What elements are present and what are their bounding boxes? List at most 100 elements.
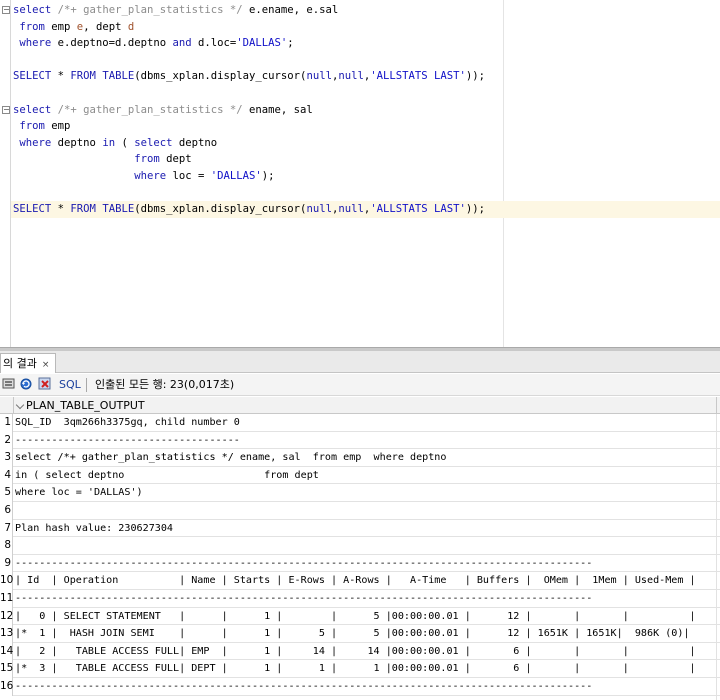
- result-grid[interactable]: PLAN_TABLE_OUTPUT 1 SQL_ID 3qm266h3375gq,…: [0, 397, 720, 700]
- cancel-icon[interactable]: [38, 377, 52, 391]
- plan-output-cell[interactable]: [15, 502, 720, 520]
- table-row[interactable]: 4 in ( select deptno from dept: [0, 466, 720, 485]
- table-row[interactable]: 2 -------------------------------------: [0, 431, 720, 450]
- row-number[interactable]: 11: [0, 590, 13, 608]
- row-number[interactable]: 8: [0, 537, 13, 555]
- sql-link[interactable]: SQL: [59, 374, 81, 396]
- query-result-panel: 의 결과 × SQL 인출된 모든 행: 23(0,017초) PLAN_TABL…: [0, 351, 720, 700]
- plan-output-cell[interactable]: [15, 537, 720, 555]
- sql-keyword: where: [19, 37, 52, 50]
- plan-output-cell[interactable]: |* 1 | HASH JOIN SEMI | | 1 | 5 | 5 |00:…: [15, 625, 720, 643]
- code-line[interactable]: where deptno in ( select deptno: [13, 135, 217, 152]
- table-row[interactable]: 5 where loc = 'DALLAS'): [0, 484, 720, 502]
- table-row[interactable]: 6: [0, 502, 720, 520]
- table-row[interactable]: 10 | Id | Operation | Name | Starts | E-R…: [0, 572, 720, 590]
- pin-icon[interactable]: [2, 377, 16, 391]
- plan-output-cell[interactable]: | 2 | TABLE ACCESS FULL| EMP | 1 | 14 | …: [15, 643, 720, 661]
- sql-keyword: where: [134, 170, 167, 182]
- code-line[interactable]: where e.deptno=d.deptno and d.loc='DALLA…: [13, 35, 294, 52]
- plan-output-cell[interactable]: -------------------------------------: [15, 432, 720, 450]
- tab-query-result[interactable]: 의 결과 ×: [0, 353, 57, 373]
- code-line[interactable]: from dept: [13, 151, 192, 168]
- row-number[interactable]: 12: [0, 607, 13, 626]
- sql-keyword: in: [102, 136, 116, 149]
- row-number[interactable]: 16: [0, 678, 13, 696]
- table-row[interactable]: 16 --------------------------------------…: [0, 678, 720, 696]
- plan-output-cell[interactable]: select /*+ gather_plan_statistics */ ena…: [15, 449, 720, 467]
- row-number[interactable]: 10: [0, 572, 13, 590]
- row-number[interactable]: 9: [0, 554, 13, 573]
- plan-output-cell[interactable]: | 0 | SELECT STATEMENT | | 1 | | 5 |00:0…: [15, 608, 720, 626]
- sql-token: ename, sal: [242, 103, 313, 116]
- sql-token: dept: [159, 153, 192, 166]
- code-line[interactable]: where loc = 'DALLAS');: [13, 168, 275, 185]
- plan-output-cell[interactable]: where loc = 'DALLAS'): [15, 484, 720, 502]
- table-row[interactable]: 12 | 0 | SELECT STATEMENT | | 1 | | 5 |00…: [0, 607, 720, 626]
- sql-keyword: from: [19, 120, 45, 133]
- plan-output-cell[interactable]: in ( select deptno from dept: [15, 467, 720, 485]
- table-row[interactable]: 7 Plan hash value: 230627304: [0, 519, 720, 538]
- column-header-plan-table-output[interactable]: PLAN_TABLE_OUTPUT: [13, 397, 717, 414]
- plan-output-cell[interactable]: SQL_ID 3qm266h3375gq, child number 0: [15, 414, 720, 432]
- row-number[interactable]: 15: [0, 660, 13, 678]
- row-number[interactable]: 5: [0, 484, 13, 502]
- plan-output-cell[interactable]: ----------------------------------------…: [15, 590, 720, 608]
- sql-token: ));: [465, 70, 486, 83]
- table-row[interactable]: 3 select /*+ gather_plan_statistics */ en…: [0, 449, 720, 467]
- sql-token: );: [261, 170, 275, 182]
- table-row[interactable]: 11 --------------------------------------…: [0, 590, 720, 608]
- sql-token: (: [115, 136, 135, 149]
- sql-token: *: [51, 203, 71, 216]
- code-line[interactable]: from emp: [13, 118, 70, 135]
- sql-token: deptno: [172, 136, 218, 149]
- row-number[interactable]: 13: [0, 625, 13, 643]
- sort-icon: [15, 400, 25, 410]
- grid-header: PLAN_TABLE_OUTPUT: [0, 397, 720, 414]
- table-row[interactable]: 14 | 2 | TABLE ACCESS FULL| EMP | 1 | 14 …: [0, 642, 720, 661]
- refresh-icon[interactable]: [19, 377, 33, 391]
- plan-output-cell[interactable]: ----------------------------------------…: [15, 555, 720, 573]
- fetch-status: 인출된 모든 행: 23(0,017초): [95, 378, 235, 391]
- sql-keyword: select: [134, 136, 173, 149]
- sql-token: ;: [287, 37, 294, 50]
- code-line[interactable]: select /*+ gather_plan_statistics */ ena…: [13, 102, 313, 119]
- sql-keyword: TABLE: [102, 70, 135, 83]
- fold-collapse-icon[interactable]: −: [2, 6, 10, 14]
- plan-output-cell[interactable]: | Id | Operation | Name | Starts | E-Row…: [15, 572, 720, 590]
- code-line[interactable]: select /*+ gather_plan_statistics */ e.e…: [13, 2, 338, 19]
- table-row[interactable]: 13 |* 1 | HASH JOIN SEMI | | 1 | 5 | 5 |0…: [0, 625, 720, 643]
- sql-token: e.deptno=d.deptno: [51, 37, 173, 50]
- sql-editor[interactable]: select /*+ gather_plan_statistics */ e.e…: [0, 0, 720, 350]
- table-row[interactable]: 9 ---------------------------------------…: [0, 554, 720, 573]
- sql-comment: /*+ gather_plan_statistics */: [57, 103, 243, 116]
- sql-keyword: TABLE: [102, 203, 135, 216]
- table-row[interactable]: 1 SQL_ID 3qm266h3375gq, child number 0: [0, 414, 720, 432]
- sql-keyword: null: [306, 70, 332, 83]
- plan-output-cell[interactable]: ----------------------------------------…: [15, 678, 720, 696]
- row-number[interactable]: 4: [0, 466, 13, 485]
- code-line[interactable]: SELECT * FROM TABLE(dbms_xplan.display_c…: [13, 68, 485, 85]
- row-number[interactable]: 1: [0, 414, 13, 432]
- fold-collapse-icon[interactable]: −: [2, 106, 10, 114]
- row-number[interactable]: 7: [0, 519, 13, 538]
- sql-keyword: where: [19, 136, 52, 149]
- code-line[interactable]: from emp e, dept d: [13, 19, 134, 36]
- table-row[interactable]: 15 |* 3 | TABLE ACCESS FULL| DEPT | 1 | 1…: [0, 660, 720, 678]
- row-number[interactable]: 6: [0, 502, 13, 520]
- sql-token: ));: [465, 203, 486, 216]
- tab-label: 의 결과: [3, 357, 37, 370]
- plan-output-cell[interactable]: |* 3 | TABLE ACCESS FULL| DEPT | 1 | 1 |…: [15, 660, 720, 678]
- sql-string: 'ALLSTATS LAST': [370, 70, 466, 83]
- sql-token: deptno: [51, 136, 103, 149]
- close-icon[interactable]: ×: [42, 360, 50, 370]
- sql-keyword: from: [134, 153, 160, 166]
- table-row[interactable]: 8: [0, 537, 720, 555]
- sql-token: , dept: [83, 20, 128, 33]
- plan-output-cell[interactable]: Plan hash value: 230627304: [15, 520, 720, 538]
- sql-alias: d: [127, 20, 135, 33]
- row-number[interactable]: 2: [0, 431, 13, 450]
- row-number[interactable]: 3: [0, 449, 13, 467]
- code-line[interactable]: SELECT * FROM TABLE(dbms_xplan.display_c…: [11, 201, 720, 218]
- row-number[interactable]: 14: [0, 642, 13, 661]
